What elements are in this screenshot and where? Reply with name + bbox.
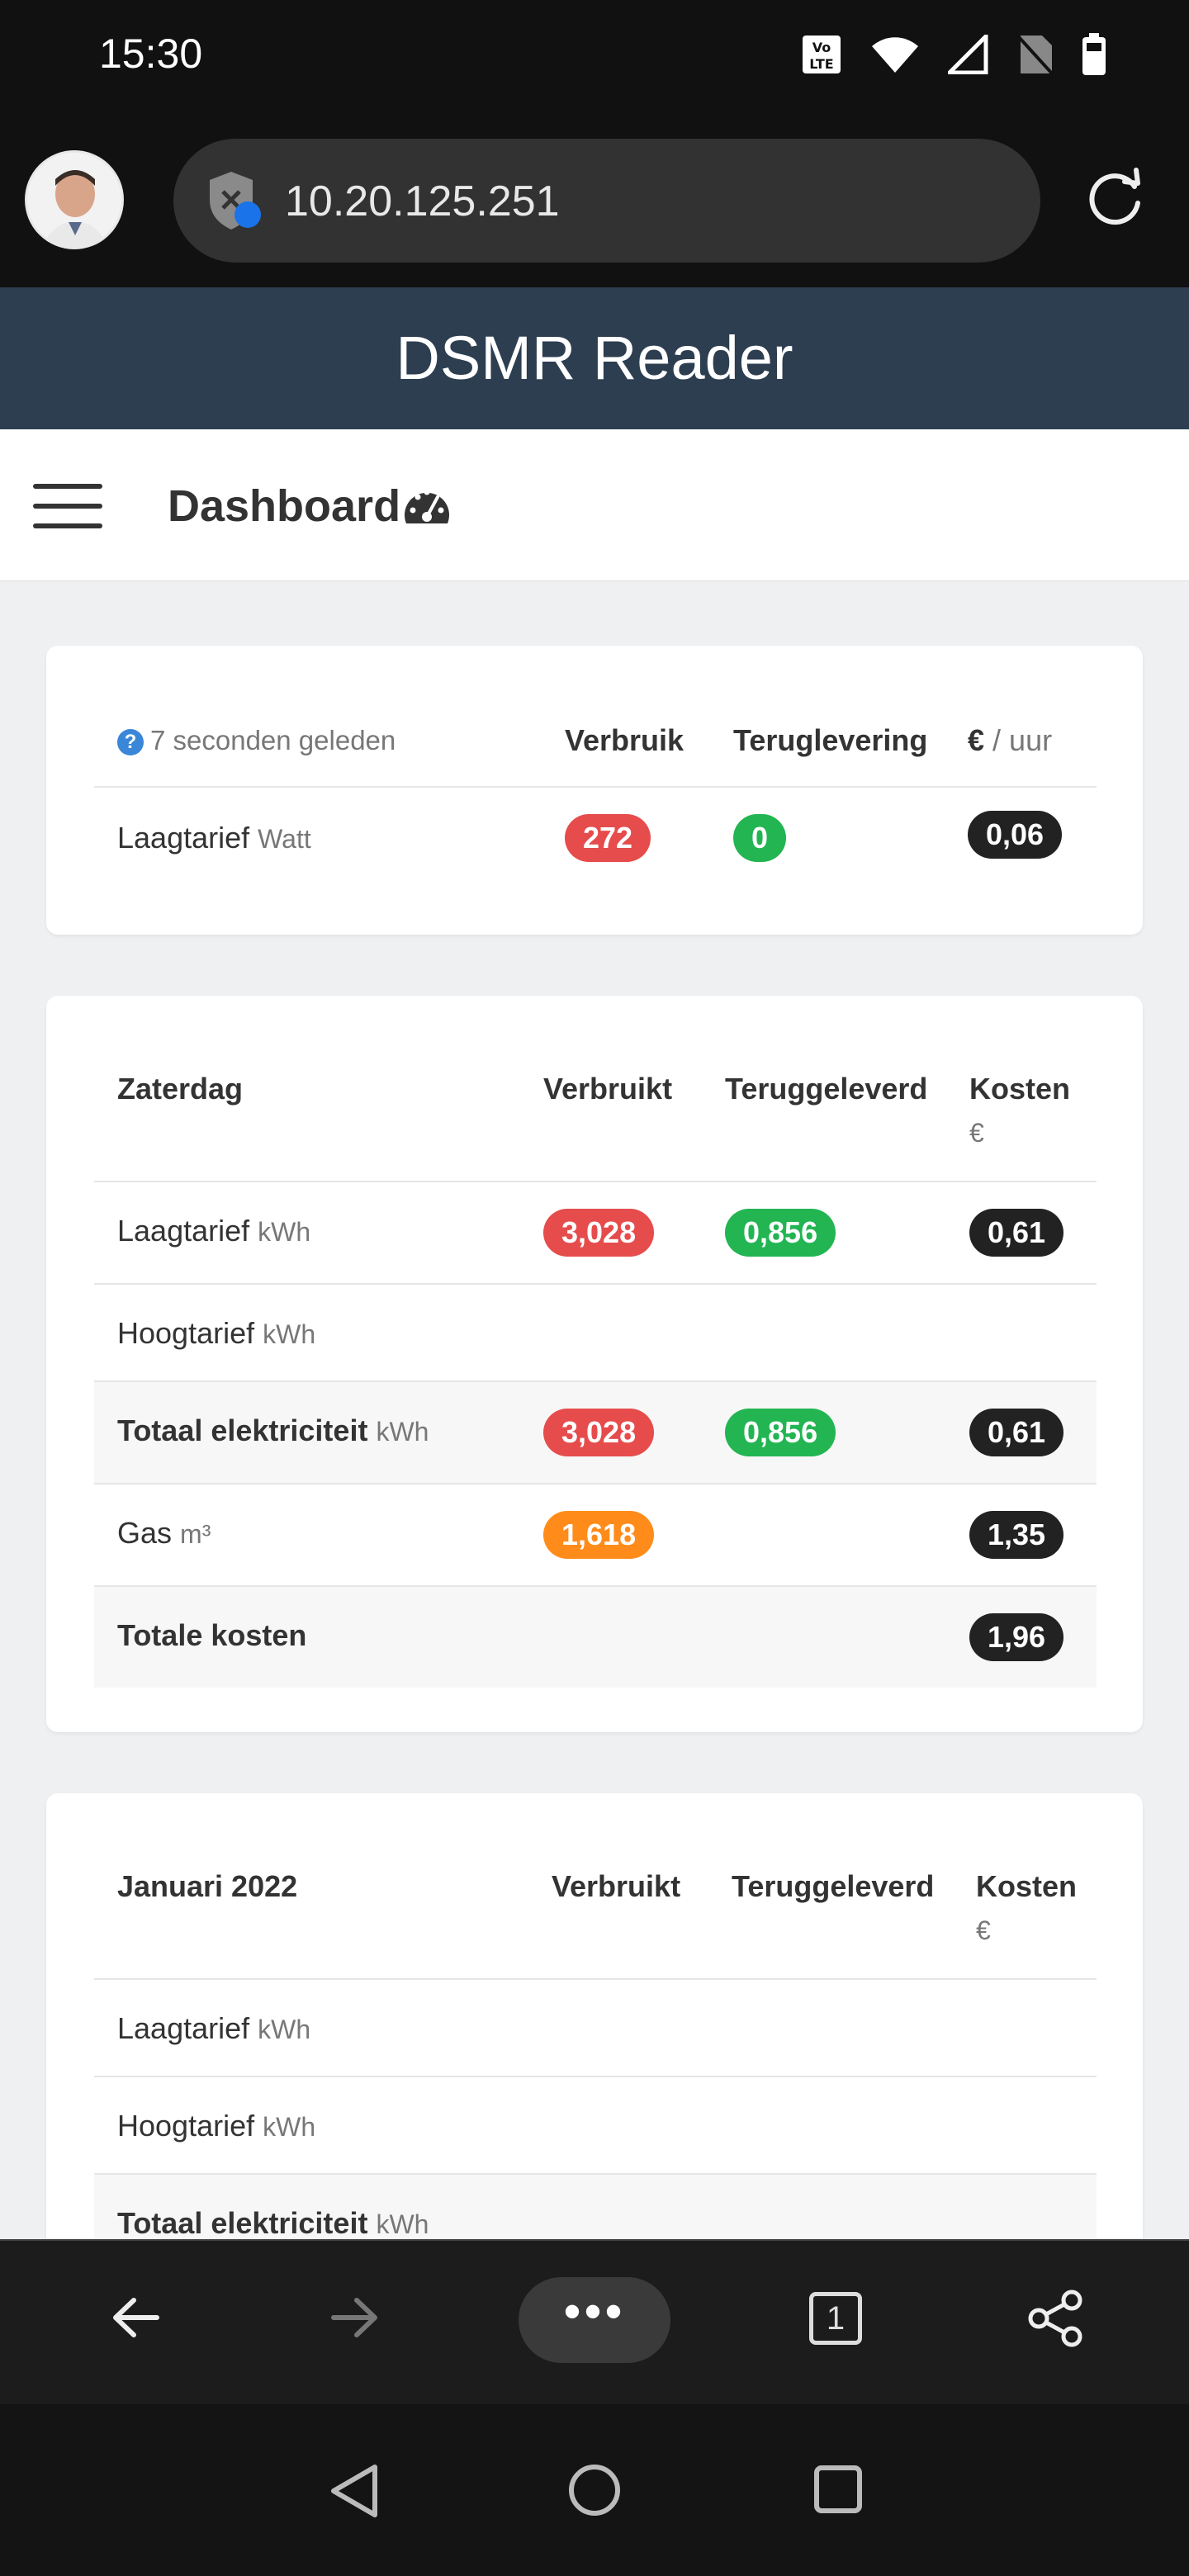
row-label-text: Gas [117, 1516, 173, 1550]
status-time: 15:30 [99, 31, 203, 77]
table-row: Gas m³ 1,618 1,35 [94, 1483, 1097, 1585]
row-unit: kWh [258, 1217, 311, 1247]
table-row: Totaal elektriciteit kWh 3,028 0,856 0,6… [94, 1380, 1097, 1483]
gas-badge: 1,618 [543, 1511, 655, 1559]
back-icon[interactable] [107, 2289, 165, 2346]
col-consumed: Verbruikt [552, 1869, 681, 1903]
row-label-text: Totaal elektriciteit [117, 2206, 368, 2240]
col-cost-unit: € [976, 1915, 991, 1945]
dashboard-gauge-icon [405, 489, 449, 523]
col-delivery: Teruglevering [733, 723, 928, 757]
avatar[interactable] [25, 150, 124, 249]
svg-text:Vo: Vo [812, 40, 831, 55]
col-consumption: Verbruik [565, 723, 685, 757]
forward-icon[interactable] [325, 2289, 383, 2346]
status-bar: 15:30 Vo LTE [0, 0, 1189, 116]
nav-recents-icon[interactable] [812, 2464, 864, 2515]
more-button[interactable]: ••• [519, 2277, 670, 2363]
col-cost-unit: € [969, 1118, 984, 1148]
total-cost-badge: 1,96 [969, 1613, 1064, 1661]
row-unit: kWh [263, 1319, 316, 1349]
row-label: Laagtarief kWh [117, 1214, 310, 1248]
table-row: Hoogtarief kWh [94, 1283, 1097, 1380]
table-row: Laagtarief Watt 272 0 0,06 [94, 786, 1097, 935]
cost-badge: 0,61 [969, 1209, 1064, 1257]
cost-badge: 0,06 [968, 811, 1063, 859]
today-title: Zaterdag [117, 1072, 244, 1106]
volte-icon: Vo LTE [803, 36, 841, 73]
row-label-text: Hoogtarief [117, 1316, 255, 1350]
row-unit: kWh [263, 2112, 316, 2142]
browser-bottom-bar: ••• 1 [0, 2239, 1189, 2404]
col-costs: Kosten [976, 1869, 1078, 1903]
last-update-text: 7 seconden geleden [150, 725, 396, 755]
svg-text:LTE: LTE [809, 56, 833, 72]
tabs-icon[interactable]: 1 [809, 2292, 862, 2345]
menu-icon[interactable] [33, 484, 102, 528]
address-bar[interactable]: 10.20.125.251 [173, 139, 1040, 263]
delivery-badge: 0,856 [725, 1409, 836, 1456]
col-delivered: Teruggeleverd [725, 1072, 928, 1106]
consumption-badge: 272 [565, 814, 651, 862]
browser-toolbar: 10.20.125.251 [0, 116, 1189, 287]
last-update: ? 7 seconden geleden [117, 725, 396, 756]
row-unit: m³ [180, 1519, 211, 1549]
table-row: Hoogtarief kWh [94, 2076, 1097, 2173]
table-row: Totale kosten 1,96 [94, 1585, 1097, 1688]
row-label: Gas m³ [117, 1516, 211, 1551]
row-label-text: Totaal elektriciteit [117, 1413, 368, 1447]
wifi-icon [872, 37, 918, 73]
col-delivered: Teruggeleverd [732, 1869, 935, 1903]
nav-home-icon[interactable] [566, 2462, 623, 2518]
live-card: ? 7 seconden geleden Verbruik Terugleveri… [46, 646, 1143, 935]
share-icon[interactable] [1026, 2289, 1085, 2348]
row-label: Hoogtarief kWh [117, 2109, 315, 2143]
row-label: Hoogtarief kWh [117, 1316, 315, 1351]
status-icons: Vo LTE [801, 33, 1106, 76]
col-cost-unit: / uur [992, 723, 1053, 757]
today-card: Zaterdag Verbruikt Teruggeleverd Kosten … [46, 996, 1143, 1732]
reload-icon[interactable] [1082, 165, 1148, 231]
system-nav-bar [0, 2404, 1189, 2576]
cost-badge: 1,35 [969, 1511, 1064, 1559]
col-consumed: Verbruikt [543, 1072, 673, 1106]
url-text: 10.20.125.251 [285, 178, 560, 225]
table-row: Laagtarief kWh 3,028 0,856 0,61 [94, 1181, 1097, 1283]
row-label: Laagtarief Watt [117, 821, 311, 855]
shield-icon[interactable] [206, 168, 266, 234]
help-icon[interactable]: ? [117, 729, 144, 755]
col-cost-symbol: € [968, 723, 985, 757]
site-title[interactable]: DSMR Reader [0, 287, 1189, 429]
delivery-badge: 0,856 [725, 1209, 836, 1257]
consumption-badge: 3,028 [543, 1209, 655, 1257]
signal-icon [948, 35, 988, 74]
row-unit: kWh [258, 2015, 311, 2044]
row-unit: kWh [376, 1417, 429, 1447]
row-label-text: Hoogtarief [117, 2109, 255, 2143]
row-label-text: Laagtarief [117, 2011, 250, 2045]
row-label: Totale kosten [117, 1618, 307, 1652]
row-unit: Watt [258, 824, 311, 854]
battery-icon [1082, 33, 1106, 75]
row-label: Totaal elektriciteit kWh [117, 1413, 429, 1448]
page-title: Dashboard [168, 481, 401, 531]
table-row: Laagtarief kWh [94, 1978, 1097, 2076]
consumption-badge: 3,028 [543, 1409, 655, 1456]
row-unit: kWh [376, 2209, 429, 2239]
nav-back-icon[interactable] [327, 2462, 380, 2520]
row-label: Laagtarief kWh [117, 2011, 310, 2046]
col-costs: Kosten [969, 1072, 1071, 1106]
delivery-badge: 0 [733, 814, 787, 862]
month-title: Januari 2022 [117, 1869, 298, 1903]
row-label-text: Laagtarief [117, 821, 250, 855]
cost-badge: 0,61 [969, 1409, 1064, 1456]
row-label: Totaal elektriciteit kWh [117, 2206, 429, 2241]
page-header: Dashboard [0, 429, 1189, 581]
row-label-text: Laagtarief [117, 1214, 250, 1248]
no-sim-icon [1017, 36, 1054, 75]
col-cost-per-hour: € / uur [968, 723, 1052, 758]
